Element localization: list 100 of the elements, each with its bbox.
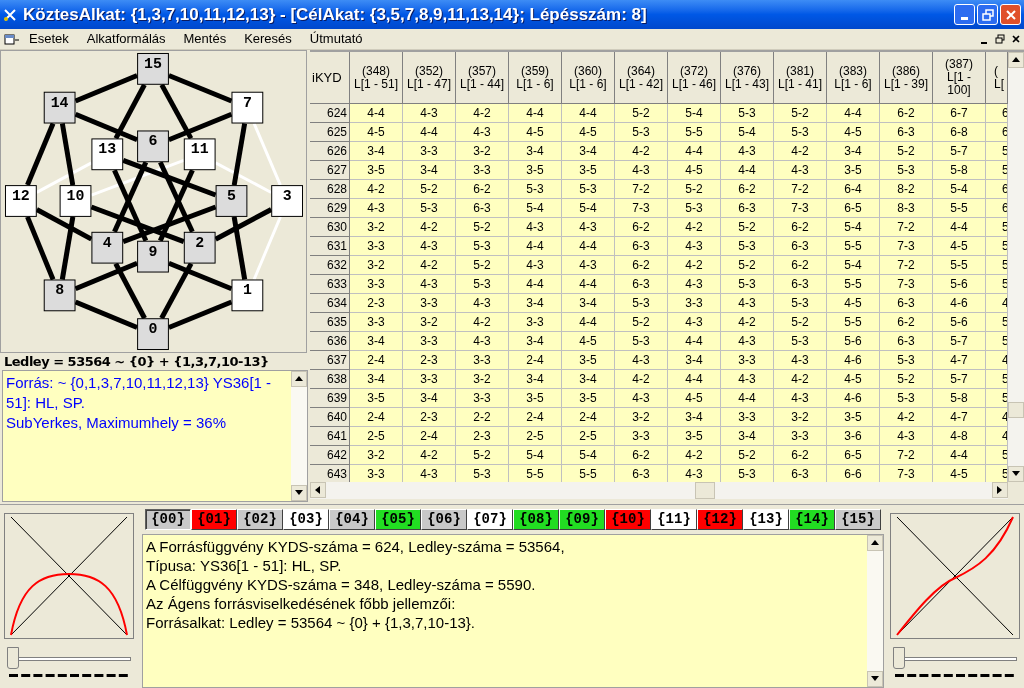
column-header[interactable]: ( L[	[986, 52, 1008, 104]
row-header[interactable]: 632	[310, 256, 350, 275]
left-arrow-icon	[313, 485, 323, 495]
column-header[interactable]: (386) L[1 - 39]	[880, 52, 933, 104]
table-cell: 5-3	[403, 199, 456, 218]
column-header[interactable]: (372) L[1 - 46]	[668, 52, 721, 104]
row-header[interactable]: 635	[310, 313, 350, 332]
subset-tab[interactable]: {12}	[697, 509, 743, 530]
table-cell: 5-2	[615, 313, 668, 332]
column-header[interactable]: (360) L[1 - 6]	[562, 52, 615, 104]
table-cell: 2-4	[509, 408, 562, 427]
table-cell: 3-4	[350, 142, 403, 161]
vertical-scrollbar[interactable]	[867, 535, 883, 687]
table-cell: 4-2	[668, 256, 721, 275]
row-header[interactable]: 625	[310, 123, 350, 142]
table-cell: 5-8	[933, 389, 986, 408]
row-header[interactable]: 640	[310, 408, 350, 427]
horizontal-scrollbar[interactable]	[310, 482, 1008, 499]
row-header[interactable]: 634	[310, 294, 350, 313]
subset-tab[interactable]: {06}	[421, 509, 467, 530]
vertical-scrollbar[interactable]	[1008, 52, 1024, 482]
subset-tab[interactable]: {02}	[237, 509, 283, 530]
row-header[interactable]: 628	[310, 180, 350, 199]
table-cell: 4-4	[562, 104, 615, 123]
table-cell: 5-4	[668, 104, 721, 123]
scroll-up-button[interactable]	[291, 371, 307, 387]
column-header[interactable]: (387) L[1 - 100]	[933, 52, 986, 104]
row-header[interactable]: 639	[310, 389, 350, 408]
menu-item[interactable]: Útmutató	[300, 29, 372, 49]
subset-tab[interactable]: {10}	[605, 509, 651, 530]
table-cell: 2-4	[403, 427, 456, 446]
table-cell: 5-4	[562, 446, 615, 465]
table-cell: 4-2	[403, 446, 456, 465]
subset-tab[interactable]: {05}	[375, 509, 421, 530]
column-header[interactable]: (364) L[1 - 42]	[615, 52, 668, 104]
column-header[interactable]: (376) L[1 - 43]	[721, 52, 774, 104]
subset-tab[interactable]: {01}	[191, 509, 237, 530]
source-note-text: Forrás: ~ {0,1,3,7,10,11,12,13} YS36[1 - 51]: HL, SP.	[6, 373, 273, 413]
vertical-scrollbar[interactable]	[291, 371, 307, 501]
subset-tab[interactable]: {07}	[467, 509, 513, 530]
scroll-thumb[interactable]	[1008, 402, 1024, 418]
row-header[interactable]: 643	[310, 465, 350, 482]
scroll-left-button[interactable]	[310, 482, 326, 498]
column-header[interactable]: (383) L[1 - 6]	[827, 52, 880, 104]
close-icon	[1011, 34, 1021, 44]
restore-button[interactable]	[992, 32, 1008, 46]
scroll-up-button[interactable]	[1008, 52, 1024, 68]
menu-item[interactable]: Esetek	[20, 29, 78, 49]
row-header[interactable]: 624	[310, 104, 350, 123]
menu-item[interactable]: Alkatformálás	[77, 29, 175, 49]
menu-item[interactable]: Keresés	[235, 29, 301, 49]
scroll-down-button[interactable]	[1008, 466, 1024, 482]
table-cell: 5-7	[933, 142, 986, 161]
subset-tab[interactable]: {08}	[513, 509, 559, 530]
subset-tab[interactable]: {13}	[743, 509, 789, 530]
restore-button[interactable]	[977, 4, 998, 25]
table-cell: 4-3	[403, 237, 456, 256]
subset-tab[interactable]: {04}	[329, 509, 375, 530]
scroll-right-button[interactable]	[992, 482, 1008, 498]
row-header[interactable]: 636	[310, 332, 350, 351]
row-header[interactable]: 629	[310, 199, 350, 218]
table-cell: 5-5	[933, 199, 986, 218]
row-header[interactable]: 630	[310, 218, 350, 237]
subset-tab[interactable]: {03}	[283, 509, 329, 530]
row-header[interactable]: 637	[310, 351, 350, 370]
column-header[interactable]: (348) L[1 - 51]	[350, 52, 403, 104]
up-arrow-icon	[870, 538, 880, 548]
subset-tab[interactable]: {00}	[145, 509, 191, 530]
subset-tab[interactable]: {11}	[651, 509, 697, 530]
row-header[interactable]: 641	[310, 427, 350, 446]
row-header[interactable]: 626	[310, 142, 350, 161]
scroll-down-button[interactable]	[291, 485, 307, 501]
table-cell: 6-3	[880, 332, 933, 351]
table-cell: 7-2	[774, 180, 827, 199]
report-text: Forrásalkat: Ledley = 53564 ~ {0} + {1,3,7,10-13}.	[146, 613, 476, 632]
table-cell: 4-6	[827, 351, 880, 370]
table-cell: 5-5	[827, 313, 880, 332]
row-header[interactable]: 642	[310, 446, 350, 465]
slider-thumb[interactable]	[7, 647, 19, 669]
subset-tab[interactable]: {14}	[789, 509, 835, 530]
scroll-thumb[interactable]	[695, 482, 715, 499]
column-header[interactable]: (357) L[1 - 44]	[456, 52, 509, 104]
column-header[interactable]: (381) L[1 - 41]	[774, 52, 827, 104]
subset-tab[interactable]: {15}	[835, 509, 881, 530]
table-cell: 6-3	[880, 123, 933, 142]
table-cell: 4-4	[350, 104, 403, 123]
slider-thumb[interactable]	[893, 647, 905, 669]
subset-tab[interactable]: {09}	[559, 509, 605, 530]
table-cell: 2-4	[509, 351, 562, 370]
menu-item[interactable]: Mentés	[174, 29, 236, 49]
column-header[interactable]: (359) L[1 - 6]	[509, 52, 562, 104]
row-header[interactable]: 627	[310, 161, 350, 180]
table-cell: 4-2	[880, 408, 933, 427]
row-header[interactable]: 633	[310, 275, 350, 294]
scroll-down-button[interactable]	[867, 671, 883, 687]
row-header[interactable]: 638	[310, 370, 350, 389]
scroll-up-button[interactable]	[867, 535, 883, 551]
column-header[interactable]: (352) L[1 - 47]	[403, 52, 456, 104]
row-header[interactable]: 631	[310, 237, 350, 256]
table-cell: 6-2	[774, 446, 827, 465]
